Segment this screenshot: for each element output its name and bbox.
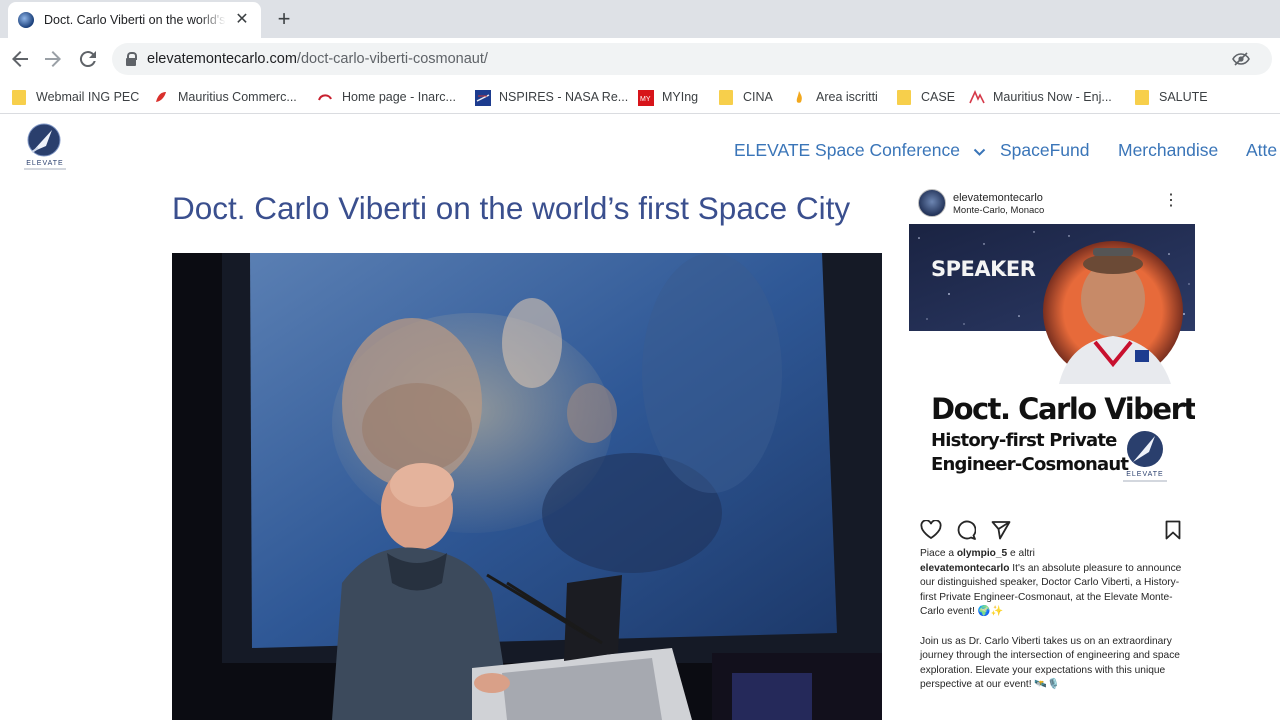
flame-icon	[792, 90, 806, 104]
card-logo-text: ELEVATE	[1126, 471, 1163, 478]
back-icon[interactable]	[8, 47, 32, 71]
tracking-blocked-eye-icon[interactable]	[1232, 51, 1250, 67]
instagram-caption: Piace a olympio_5 e altri elevatemonteca…	[920, 547, 1186, 693]
logo-text: ELEVATE	[26, 160, 63, 167]
inarcassa-icon	[318, 90, 332, 104]
lock-icon[interactable]	[126, 52, 137, 66]
new-tab-button[interactable]: +	[272, 7, 296, 31]
bookmark-label: MYIng	[662, 90, 699, 104]
bookmark-salute[interactable]: SALUTE	[1135, 88, 1208, 106]
site-favicon-icon	[18, 12, 34, 28]
caption-username-link[interactable]: elevatemontecarlo	[920, 563, 1009, 574]
mauritius-now-icon	[969, 90, 985, 104]
bookmark-label: Area iscritti	[816, 90, 878, 104]
bookmark-label: CASE	[921, 90, 956, 104]
instagram-actions	[909, 518, 1195, 542]
instagram-embed[interactable]: elevatemontecarlo Monte-Carlo, Monaco ⋮	[909, 180, 1195, 720]
address-bar[interactable]: elevatemontecarlo.com/doct-carlo-viberti…	[112, 43, 1272, 75]
bookmark-label: SALUTE	[1159, 90, 1208, 104]
instagram-location[interactable]: Monte-Carlo, Monaco	[953, 205, 1044, 216]
bookmark-label: Mauritius Commerc...	[178, 90, 297, 104]
instagram-username[interactable]: elevatemontecarlo	[953, 192, 1043, 204]
nav-attend[interactable]: Atte	[1246, 140, 1277, 161]
likes-user-link[interactable]: olympio_5	[957, 548, 1007, 559]
bookmarks-bar: Webmail ING PEC Mauritius Commerc... Hom…	[0, 80, 1280, 114]
bookmark-mauritius-commerce[interactable]: Mauritius Commerc...	[154, 88, 297, 106]
browser-toolbar: elevatemontecarlo.com/doct-carlo-viberti…	[0, 38, 1280, 80]
more-options-icon[interactable]: ⋮	[1163, 193, 1179, 209]
reload-icon[interactable]	[76, 47, 100, 71]
article-title: Doct. Carlo Viberti on the world’s first…	[172, 190, 851, 226]
folder-icon	[897, 89, 911, 105]
card-elevate-logo: ELEVATE	[1123, 431, 1167, 482]
caption-paragraph: elevatemontecarlo It's an absolute pleas…	[920, 562, 1182, 618]
card-speaker-label: SPEAKER	[931, 257, 1036, 281]
tab-close-icon[interactable]: ✕	[233, 11, 251, 29]
instagram-post-image[interactable]: SPEAKER Doct. Carlo Viberti History-firs…	[909, 224, 1195, 510]
bookmark-inarcassa[interactable]: Home page - Inarc...	[318, 88, 456, 106]
card-name: Doct. Carlo Viberti	[931, 392, 1195, 426]
bookmark-save-icon[interactable]	[1165, 520, 1181, 540]
bookmark-label: CINA	[743, 90, 773, 104]
comment-icon[interactable]	[956, 520, 976, 540]
bookmark-area-iscritti[interactable]: Area iscritti	[792, 88, 878, 106]
folder-icon	[1135, 89, 1149, 105]
hero-image	[172, 253, 882, 720]
nav-merchandise[interactable]: Merchandise	[1118, 140, 1218, 161]
svg-text:MY: MY	[640, 96, 651, 103]
like-heart-icon[interactable]	[920, 520, 942, 540]
nav-spacefund[interactable]: SpaceFund	[1000, 140, 1090, 161]
bookmark-label: Home page - Inarc...	[342, 90, 456, 104]
mauritius-commerce-icon	[154, 90, 168, 104]
card-subtitle-line1: History-first Private	[931, 430, 1117, 451]
folder-icon	[12, 89, 26, 105]
share-icon[interactable]	[991, 520, 1011, 540]
bookmark-label: Webmail ING PEC	[36, 90, 140, 104]
bookmark-cina[interactable]: CINA	[719, 88, 773, 106]
tab-title: Doct. Carlo Viberti on the world's first…	[44, 13, 226, 27]
card-subtitle-line2: Engineer-Cosmonaut	[931, 454, 1129, 475]
bookmark-mauritius-now[interactable]: Mauritius Now - Enj...	[969, 88, 1112, 106]
chevron-down-icon	[973, 148, 986, 156]
caption-paragraph-2: Join us as Dr. Carlo Viberti takes us on…	[920, 635, 1180, 691]
tab-strip: Doct. Carlo Viberti on the world's first…	[0, 0, 1280, 38]
bookmark-label: Mauritius Now - Enj...	[993, 90, 1112, 104]
forward-icon[interactable]	[41, 47, 65, 71]
avatar[interactable]	[918, 189, 946, 217]
mying-icon: MY	[638, 90, 654, 106]
url-text[interactable]: elevatemontecarlo.com/doct-carlo-viberti…	[147, 51, 488, 67]
bookmark-webmail[interactable]: Webmail ING PEC	[12, 88, 139, 106]
bookmark-mying[interactable]: MY MYIng	[638, 88, 698, 106]
nasa-icon	[475, 90, 491, 106]
active-tab[interactable]: Doct. Carlo Viberti on the world's first…	[8, 2, 261, 38]
elevate-logo[interactable]: ELEVATE	[18, 122, 72, 174]
bookmark-label: NSPIRES - NASA Re...	[499, 90, 629, 104]
folder-icon	[719, 89, 733, 105]
likes-line: Piace a olympio_5 e altri	[920, 548, 1035, 559]
bookmark-case[interactable]: CASE	[897, 88, 955, 106]
nav-elevate-space-conference[interactable]: ELEVATE Space Conference	[734, 140, 986, 161]
bookmark-nspires[interactable]: NSPIRES - NASA Re...	[475, 88, 628, 106]
